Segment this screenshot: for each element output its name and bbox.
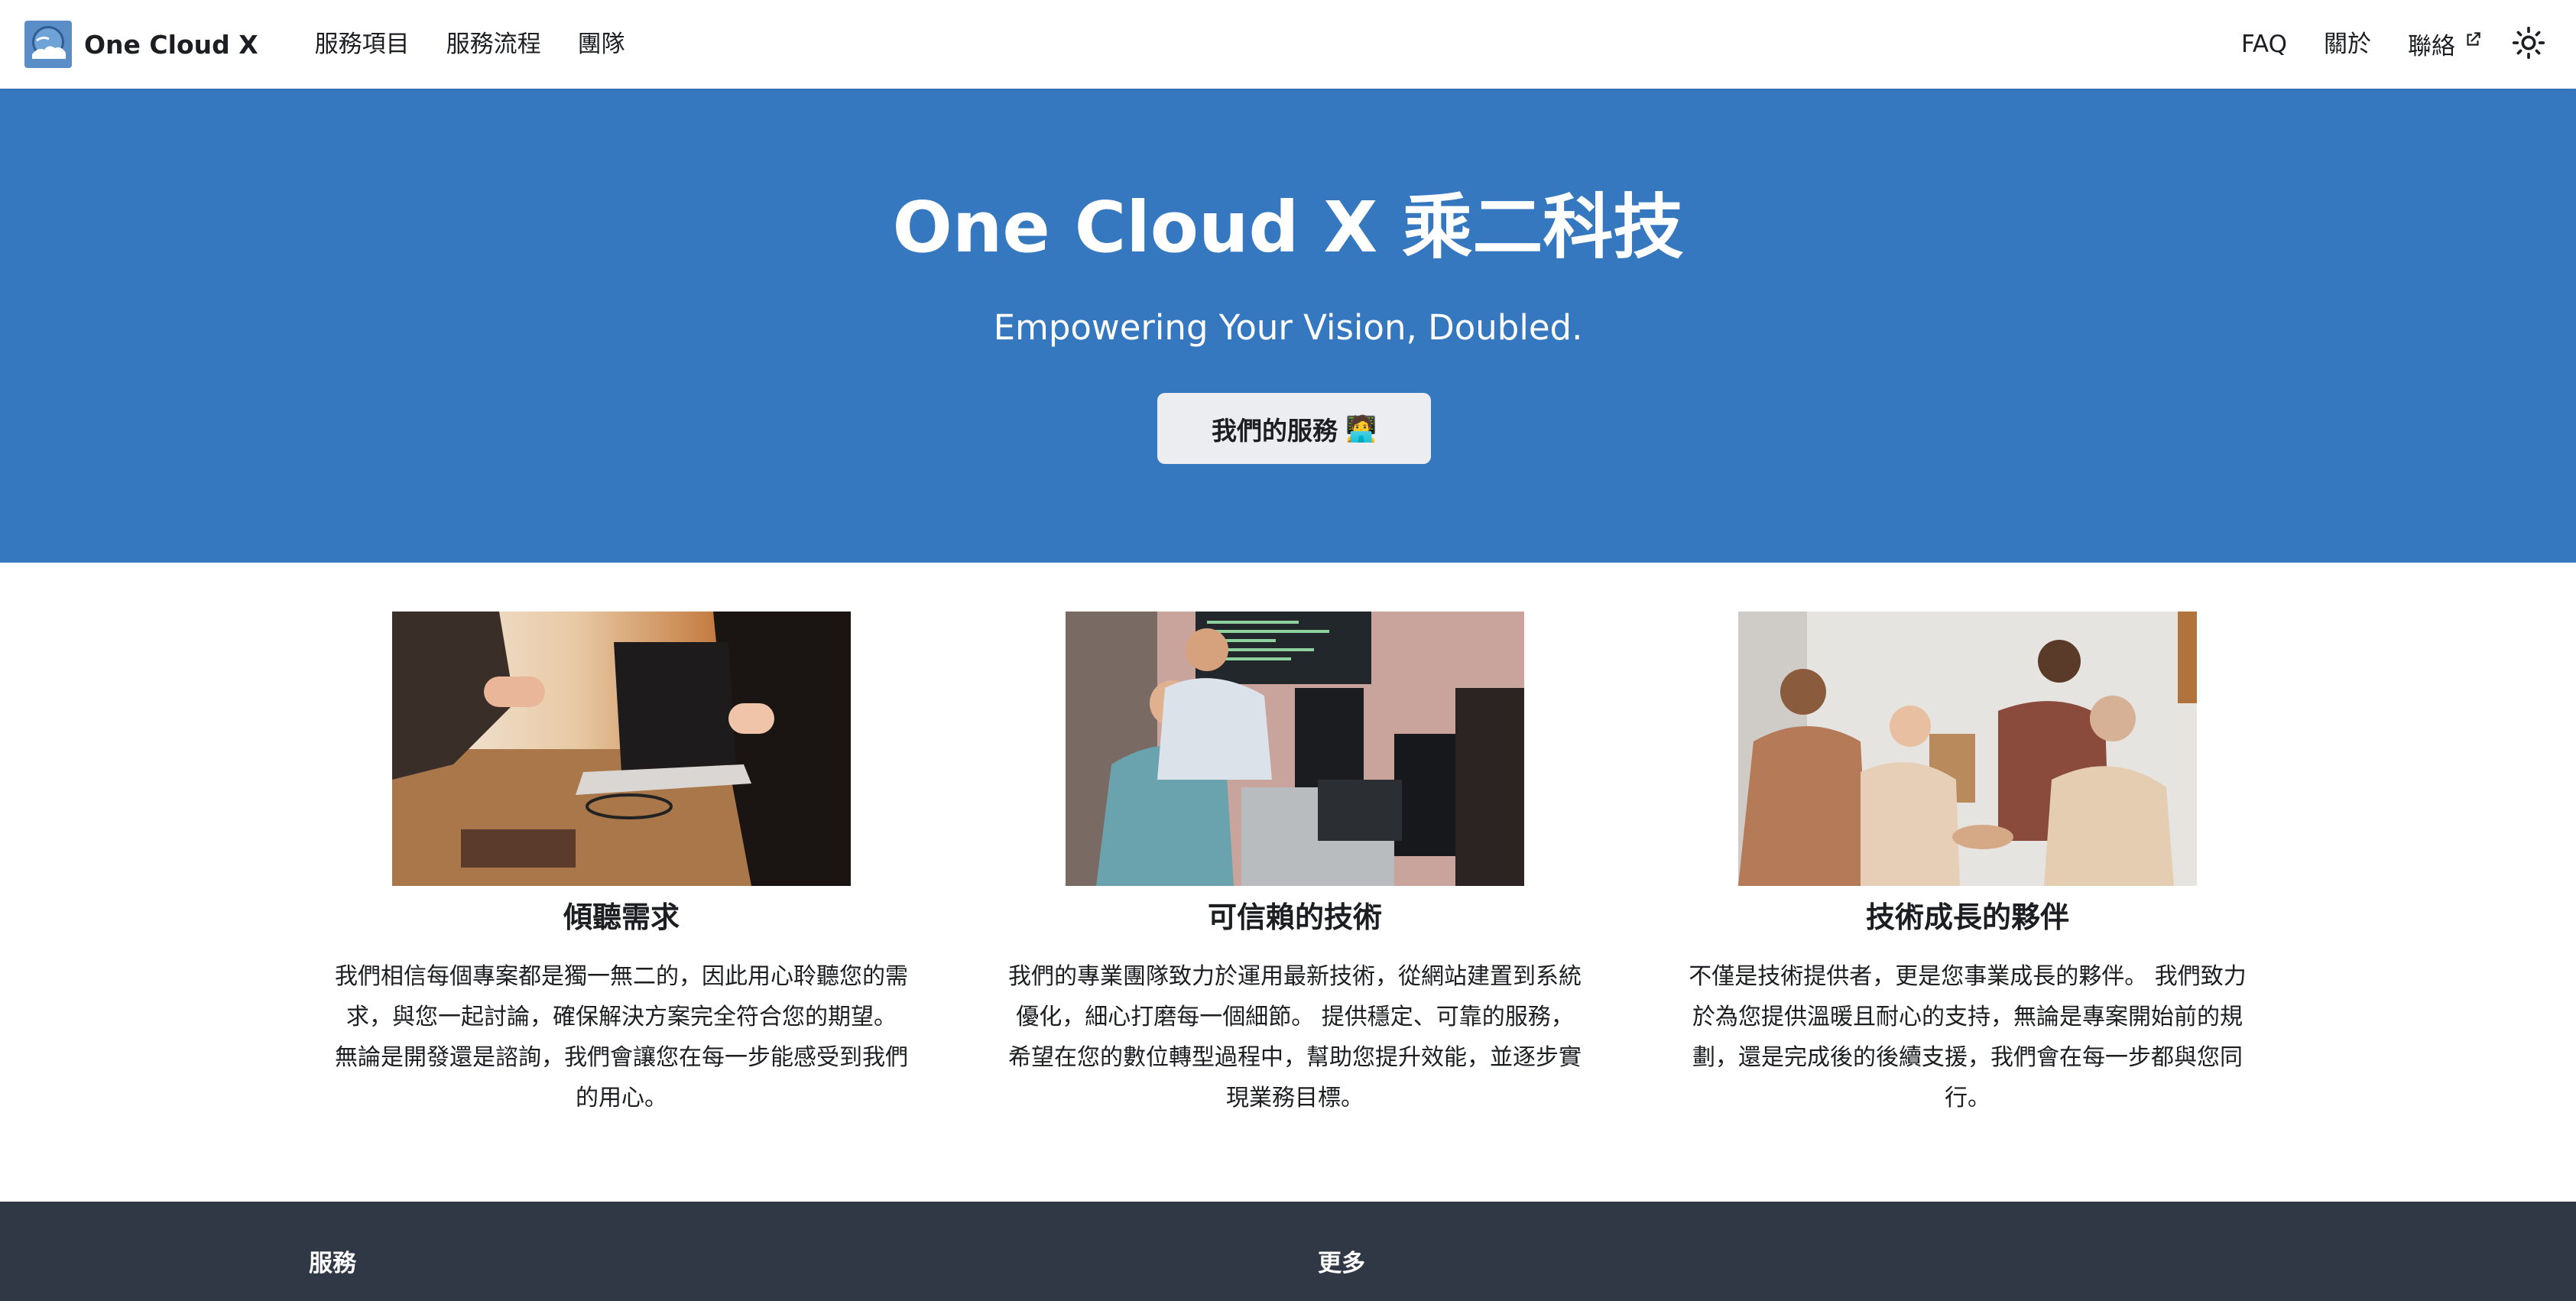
feature-image-meeting — [392, 612, 851, 886]
footer-column-title-more: 更多 — [1318, 1250, 1365, 1277]
nav-link-faq[interactable]: FAQ — [2223, 0, 2305, 89]
hero-subtitle: Empowering Your Vision, Doubled. — [993, 307, 1583, 348]
feature-card-listening: 傾聽需求 我們相信每個專案都是獨一無二的，因此用心聆聽您的需求，與您一起討論，確… — [333, 612, 910, 1118]
hero-title: One Cloud X 乘二科技 — [892, 187, 1684, 268]
nav-link-team[interactable]: 團隊 — [560, 0, 644, 89]
nav-link-services[interactable]: 服務項目 — [297, 0, 428, 89]
nav-link-contact[interactable]: 聯絡 — [2389, 0, 2493, 91]
nav-link-about[interactable]: 關於 — [2305, 0, 2389, 89]
feature-title: 傾聽需求 — [563, 900, 680, 934]
brand-title: One Cloud X — [84, 29, 258, 60]
sun-icon — [2512, 26, 2545, 63]
our-services-button[interactable]: 我們的服務 🧑‍💻 — [1157, 393, 1431, 464]
navbar: One Cloud X 服務項目 服務流程 團隊 FAQ 關於 聯絡 — [0, 0, 2576, 89]
feature-image-handshake — [1738, 612, 2197, 886]
our-services-button-label: 我們的服務 — [1211, 415, 1338, 446]
nav-link-contact-label: 聯絡 — [2408, 33, 2455, 60]
feature-card-technology: 可信賴的技術 我們的專業團隊致力於運用最新技術，從網站建置到系統優化，細心打磨每… — [1007, 612, 1583, 1118]
footer-column-title-services: 服務 — [309, 1250, 356, 1277]
cloud-logo-icon — [24, 21, 72, 68]
technologist-emoji-icon: 🧑‍💻 — [1345, 413, 1377, 443]
secondary-nav: FAQ 關於 聯絡 — [2223, 0, 2552, 91]
hero-banner: One Cloud X 乘二科技 Empowering Your Vision,… — [0, 89, 2576, 563]
brand-link[interactable]: One Cloud X — [24, 21, 258, 68]
theme-toggle-button[interactable] — [2506, 21, 2552, 67]
feature-image-developers — [1066, 612, 1524, 886]
feature-description: 不僅是技術提供者，更是您事業成長的夥伴。 我們致力於為您提供溫暖且耐心的支持，無… — [1689, 963, 2247, 1111]
external-link-icon — [2463, 0, 2483, 86]
feature-card-partner: 技術成長的夥伴 不僅是技術提供者，更是您事業成長的夥伴。 我們致力於為您提供溫暖… — [1679, 612, 2256, 1118]
feature-description: 我們的專業團隊致力於運用最新技術，從網站建置到系統優化，細心打磨每一個細節。 提… — [1008, 963, 1582, 1111]
nav-link-process[interactable]: 服務流程 — [428, 0, 560, 89]
feature-title: 技術成長的夥伴 — [1865, 900, 2069, 934]
primary-nav: 服務項目 服務流程 團隊 — [297, 0, 644, 89]
footer: 服務 更多 — [0, 1202, 2576, 1301]
feature-description: 我們相信每個專案都是獨一無二的，因此用心聆聽您的需求，與您一起討論，確保解決方案… — [335, 963, 908, 1111]
feature-title: 可信賴的技術 — [1207, 900, 1382, 934]
